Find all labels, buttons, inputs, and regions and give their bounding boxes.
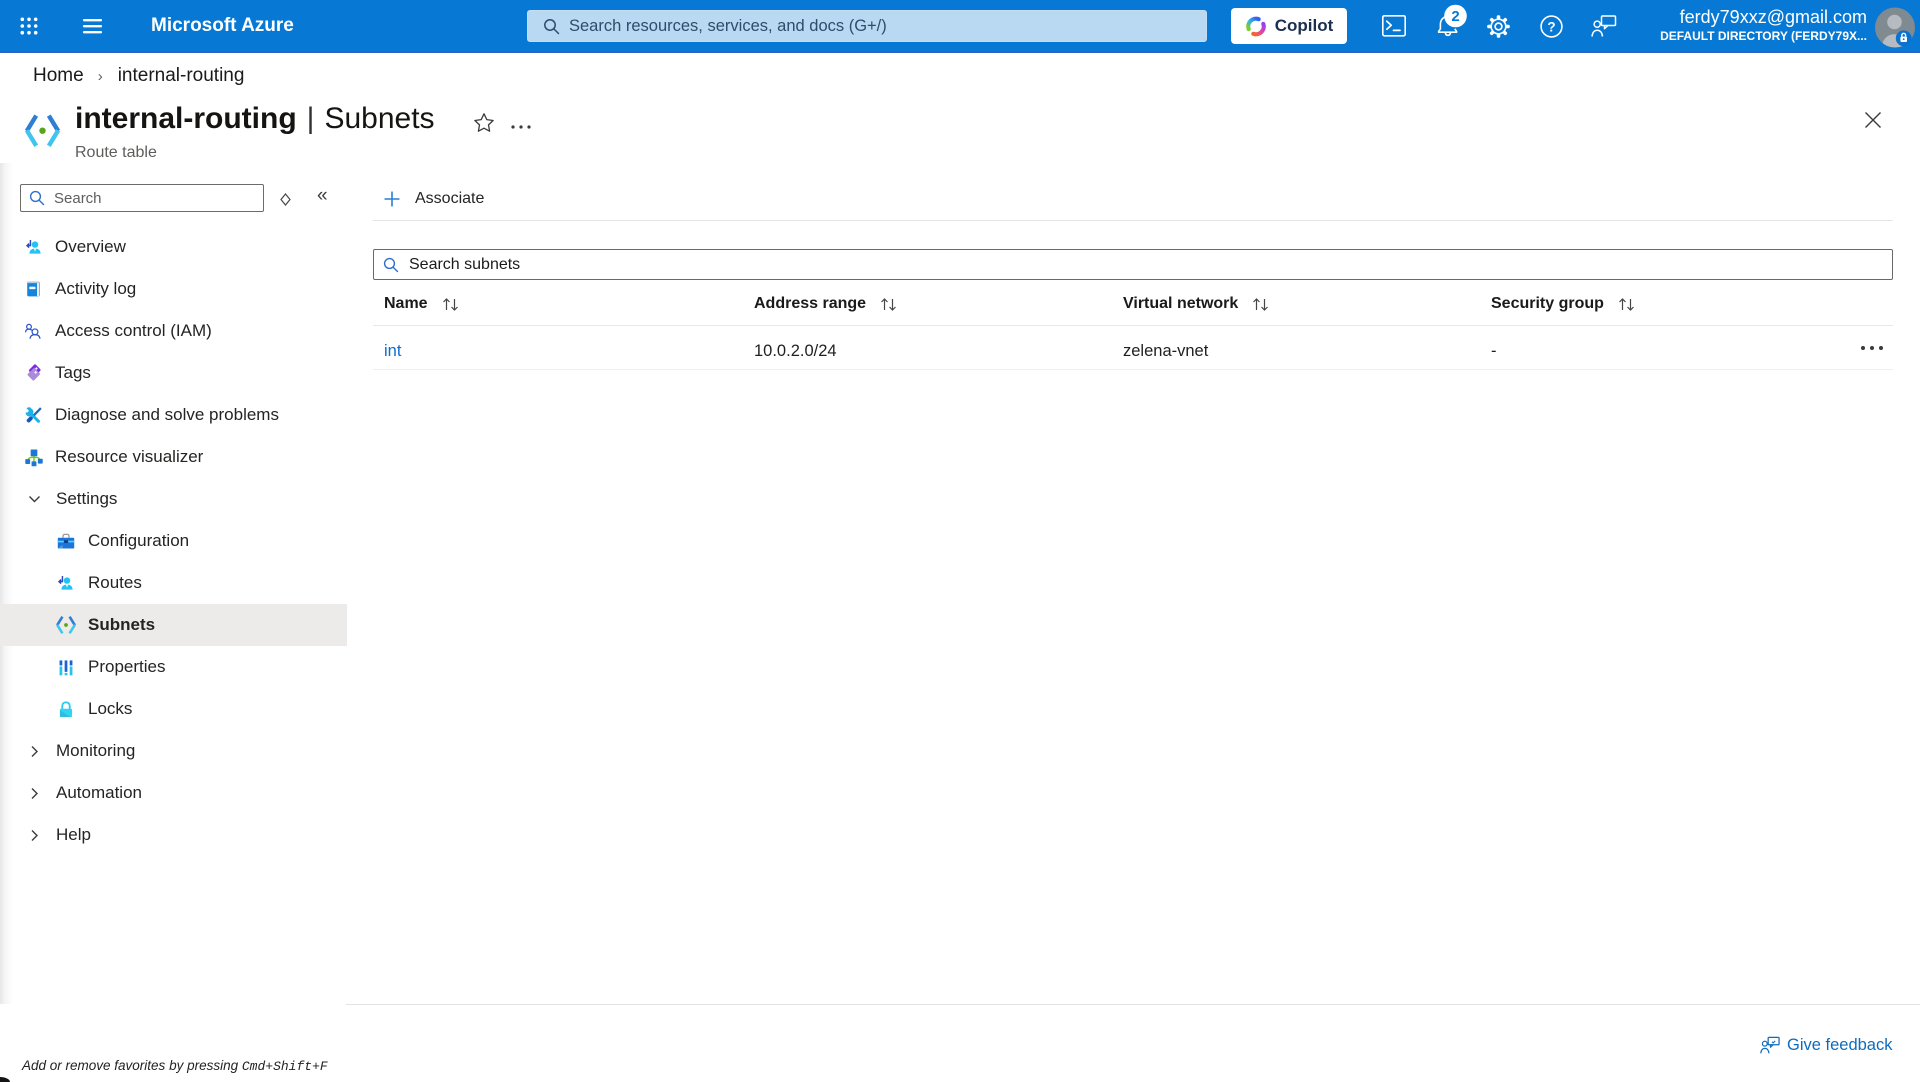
svg-text:?: ? — [1547, 19, 1555, 34]
svg-text:2: 2 — [1451, 8, 1459, 25]
